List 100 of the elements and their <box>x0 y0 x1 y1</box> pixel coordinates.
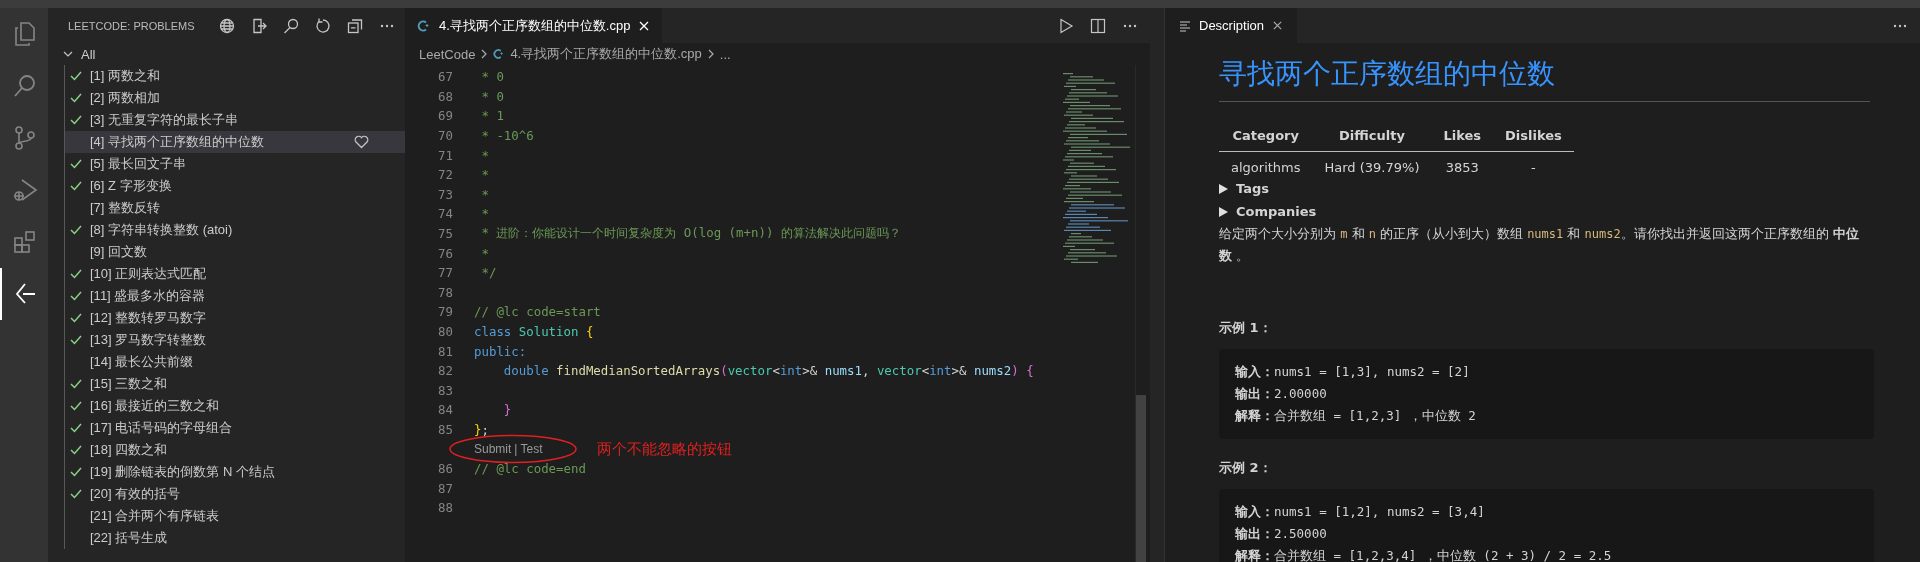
collapsible-section[interactable]: Companies <box>1219 200 1870 223</box>
problem-title: [9] 回文数 <box>90 243 149 261</box>
breadcrumb-item[interactable]: ... <box>719 46 731 62</box>
line-number: 71 <box>437 147 453 163</box>
problem-title: [8] 字符串转换整数 (atoi) <box>90 221 234 239</box>
code-line: * <box>480 147 489 163</box>
problem-item[interactable]: [16] 最接近的三数之和 <box>65 395 405 417</box>
example-heading: 示例 1： <box>1219 319 1273 337</box>
problem-item[interactable]: [6] Z 字形变换 <box>65 175 405 197</box>
codelens-link[interactable]: Test <box>520 442 543 457</box>
code-line: * <box>480 186 489 202</box>
problem-item[interactable]: [15] 三数之和 <box>65 373 405 395</box>
line-number: 88 <box>437 500 453 516</box>
code-line: // @lc code=end <box>474 461 586 477</box>
codelens-link[interactable]: Submit <box>474 442 512 457</box>
problem-item[interactable]: [11] 盛最多水的容器 <box>65 285 405 307</box>
code-line: */ <box>480 265 497 281</box>
preview-tab[interactable]: Description <box>1165 8 1298 43</box>
example-label: 输入： <box>1235 364 1274 379</box>
problem-title: [18] 四数之和 <box>90 441 169 459</box>
line-number: 68 <box>437 88 453 104</box>
problem-item[interactable]: [4] 寻找两个正序数组的中位数 <box>65 131 405 153</box>
problem-item[interactable]: [14] 最长公共前缀 <box>65 351 405 373</box>
problem-item[interactable]: [12] 整数转罗马数字 <box>65 307 405 329</box>
column-header: Difficulty <box>1312 118 1432 152</box>
code-line: double findMedianSortedArrays(vector<int>& nums1, vector<int>& nums2) { <box>502 363 1034 379</box>
collapsible-section[interactable]: Tags <box>1219 177 1870 200</box>
example-value: 合并数组 = [1,2,3] ，中位数 2 <box>1274 408 1476 423</box>
example-heading: 示例 2： <box>1219 459 1273 477</box>
line-number: 82 <box>437 363 453 379</box>
problem-title: [4] 寻找两个正序数组的中位数 <box>90 133 266 151</box>
example-value: 2.00000 <box>1274 386 1327 401</box>
problem-item[interactable]: [5] 最长回文子串 <box>65 153 405 175</box>
problem-title: [5] 最长回文子串 <box>90 155 188 173</box>
problem-title: [13] 罗马数字转整数 <box>90 331 208 349</box>
problem-item[interactable]: [8] 字符串转换整数 (atoi) <box>65 219 405 241</box>
problem-item[interactable]: [18] 四数之和 <box>65 439 405 461</box>
problem-title: [3] 无重复字符的最长子串 <box>90 111 240 129</box>
problem-title: [7] 整数反转 <box>90 199 162 217</box>
problem-title: [21] 合并两个有序链表 <box>90 507 221 525</box>
problem-title: [22] 括号生成 <box>90 529 169 547</box>
annotation-text: 两个不能忽略的按钮 <box>596 439 732 459</box>
line-number: 72 <box>437 167 453 183</box>
example-label: 输入： <box>1235 504 1274 519</box>
example-label: 解释： <box>1235 548 1274 562</box>
problem-item[interactable]: [22] 括号生成 <box>65 527 405 549</box>
line-number: 87 <box>437 480 453 496</box>
problem-title: [12] 整数转罗马数字 <box>90 309 208 327</box>
problem-item[interactable]: [21] 合并两个有序链表 <box>65 505 405 527</box>
code-line: * -10^6 <box>480 128 534 144</box>
problem-item[interactable]: [20] 有效的括号 <box>65 483 405 505</box>
column-header: Category <box>1219 118 1313 152</box>
problem-title: [11] 盛最多水的容器 <box>90 287 207 305</box>
problem-title: [16] 最接近的三数之和 <box>90 397 221 415</box>
breadcrumb-item[interactable]: LeetCode <box>419 46 476 62</box>
problem-item[interactable]: [17] 电话号码的字母组合 <box>65 417 405 439</box>
code-line: * <box>480 206 489 222</box>
table-cell: Hard (39.79%) <box>1312 151 1432 177</box>
separator: | <box>514 442 518 457</box>
breadcrumb-item[interactable]: 4.寻找两个正序数组的中位数.cpp <box>510 45 702 63</box>
line-number: 78 <box>437 284 453 300</box>
line-number: 81 <box>437 343 453 359</box>
example-value: nums1 = [1,3], nums2 = [2] <box>1274 364 1470 379</box>
problem-item[interactable]: [2] 两数相加 <box>65 87 405 109</box>
problem-title: [2] 两数相加 <box>90 89 162 107</box>
problem-statement: 给定两个大小分别为 m 和 n 的正序（从小到大）数组 nums1 和 nums2。请你找出并返回这两个正序数组的 中位数 。 <box>1219 225 1859 265</box>
problem-item[interactable]: [1] 两数之和 <box>65 65 405 87</box>
code-line: * 1 <box>480 108 504 124</box>
example-value: 2.50000 <box>1274 526 1327 541</box>
problem-title: [17] 电话号码的字母组合 <box>90 419 234 437</box>
code-line: // @lc code=start <box>474 304 601 320</box>
code-line: * <box>480 167 489 183</box>
table-cell: algorithms <box>1219 151 1313 177</box>
line-number: 79 <box>437 304 453 320</box>
problem-item[interactable]: [3] 无重复字符的最长子串 <box>65 109 405 131</box>
problem-title: [1] 两数之和 <box>90 67 162 85</box>
code-line: class Solution { <box>474 324 594 339</box>
line-number: 70 <box>437 128 453 144</box>
problem-title: [19] 删除链表的倒数第 N 个结点 <box>90 463 276 481</box>
code-line: * 0 <box>480 88 504 104</box>
column-header: Dislikes <box>1493 118 1574 152</box>
code-line: * <box>480 245 489 261</box>
problem-item[interactable]: [13] 罗马数字转整数 <box>65 329 405 351</box>
editor-tab[interactable]: 4.寻找两个正序数组的中位数.cpp <box>405 8 663 43</box>
line-number: 74 <box>437 206 453 222</box>
example-label: 输出： <box>1235 526 1274 541</box>
example-value: nums1 = [1,2], nums2 = [3,4] <box>1274 504 1485 519</box>
line-number: 75 <box>437 226 453 242</box>
problem-title: [20] 有效的括号 <box>90 485 182 503</box>
problem-heading: 寻找两个正序数组的中位数 <box>1219 55 1870 102</box>
line-number: 83 <box>437 382 453 398</box>
problem-item[interactable]: [10] 正则表达式匹配 <box>65 263 405 285</box>
code-line: * 进阶：你能设计一个时间复杂度为 O(log (m+n)) 的算法解决此问题吗？ <box>480 225 901 243</box>
problem-title: [15] 三数之和 <box>90 375 169 393</box>
problem-item[interactable]: [9] 回文数 <box>65 241 405 263</box>
problem-item[interactable]: [7] 整数反转 <box>65 197 405 219</box>
line-number: 84 <box>437 402 453 418</box>
problem-item[interactable]: [19] 删除链表的倒数第 N 个结点 <box>65 461 405 483</box>
example-label: 输出： <box>1235 386 1274 401</box>
tree-item[interactable]: All <box>48 43 405 65</box>
